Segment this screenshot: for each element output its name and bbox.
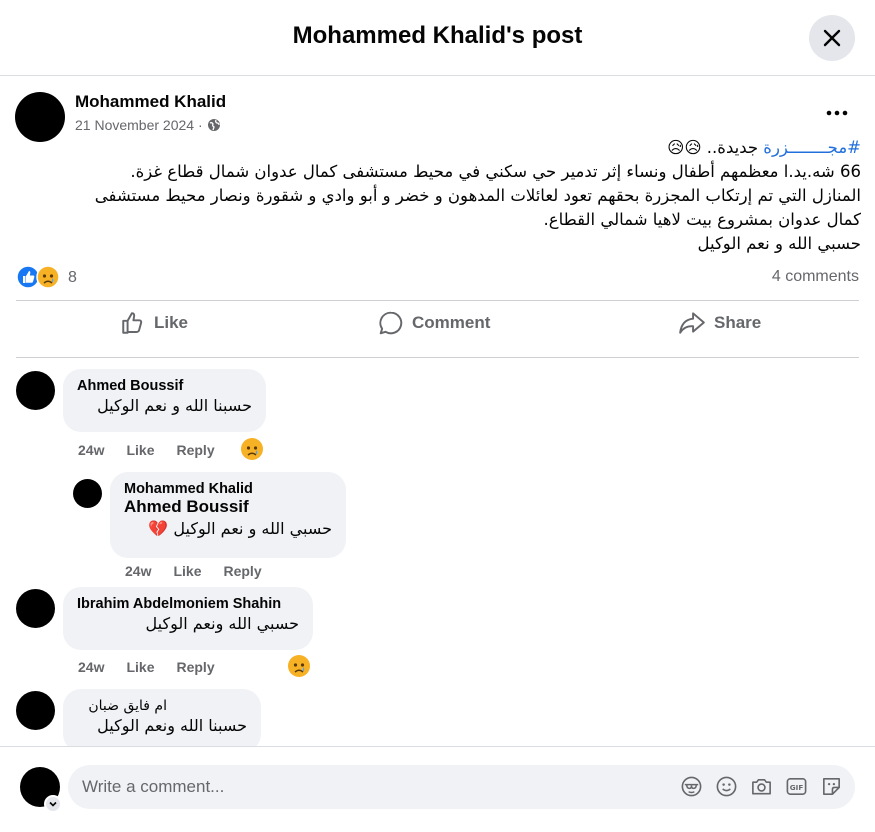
- comment-text: حسبي الله ونعم الوكيل: [145, 614, 299, 633]
- sad-reaction-icon[interactable]: [287, 654, 311, 678]
- comment-icon: [379, 311, 403, 335]
- comment-bubble: Ibrahim Abdelmoniem Shahin حسبي الله ونع…: [63, 587, 313, 650]
- camera-icon[interactable]: [750, 775, 773, 798]
- share-button[interactable]: Share: [678, 310, 761, 336]
- more-options-button[interactable]: [826, 104, 848, 122]
- post-author-avatar[interactable]: [15, 92, 65, 142]
- composer-icons: GIF: [680, 775, 843, 798]
- reply-like-button[interactable]: Like: [173, 563, 201, 579]
- thumbs-up-icon: [122, 312, 143, 334]
- post-line-5: حسبي الله و نعم الوكيل: [697, 234, 861, 253]
- reply-text: حسبي الله و نعم الوكيل 💔: [148, 519, 332, 538]
- post-line-4: كمال عدوان بمشروع بيت لاهيا شمالي القطاع…: [543, 210, 862, 229]
- sad-reaction-icon: [36, 265, 60, 289]
- post-date-row: 21 November 2024 ·: [75, 117, 221, 133]
- post-line-3: المنازل التي تم إرتكاب المجزرة بحقهم تعو…: [94, 186, 861, 205]
- reaction-count[interactable]: 8: [68, 269, 77, 287]
- comment-button[interactable]: Comment: [378, 310, 490, 336]
- comment-reply-button[interactable]: Reply: [176, 659, 214, 675]
- comments-count-link[interactable]: 4 comments: [772, 268, 859, 286]
- comment-actions: 24w Like Reply: [78, 659, 215, 675]
- comment-author[interactable]: ام فايق ضبان: [77, 698, 167, 714]
- comment-like-button[interactable]: Like: [126, 659, 154, 675]
- comment-author[interactable]: Ahmed Boussif: [77, 378, 252, 394]
- like-button-label: Like: [154, 313, 189, 332]
- post-date[interactable]: 21 November 2024 ·: [75, 117, 203, 133]
- comment-reply-button[interactable]: Reply: [176, 442, 214, 458]
- more-icon: [826, 110, 848, 116]
- post-author-name[interactable]: Mohammed Khalid: [75, 92, 226, 112]
- reply-bubble: Mohammed Khalid Ahmed Boussif حسبي الله …: [110, 472, 346, 558]
- close-icon: [823, 29, 841, 47]
- dialog-title: Mohammed Khalid's post: [292, 22, 583, 49]
- comment-actions: 24w Like Reply: [78, 442, 215, 458]
- sticker-icon[interactable]: [820, 775, 843, 798]
- reply-time[interactable]: 24w: [125, 563, 151, 579]
- post-body: #مجــــــــزرة جديدة.. 😥😥 66 شه.يد.ا معظ…: [18, 136, 861, 256]
- globe-icon: [207, 119, 220, 131]
- close-button[interactable]: [809, 15, 855, 61]
- emoji-icon[interactable]: [715, 775, 738, 798]
- divider-top: [16, 300, 859, 301]
- comment-composer: Write a comment... GIF: [0, 746, 875, 832]
- comment-author[interactable]: Ibrahim Abdelmoniem Shahin: [77, 596, 299, 612]
- like-button[interactable]: Like: [120, 310, 188, 336]
- reply-avatar[interactable]: [73, 479, 102, 508]
- divider-bottom: [16, 357, 859, 358]
- hashtag-link[interactable]: #مجــــــــزرة: [763, 138, 861, 157]
- account-switch-button[interactable]: [44, 795, 62, 813]
- comment-text: حسبنا الله ونعم الوكيل: [97, 716, 247, 735]
- reply-author[interactable]: Mohammed Khalid: [124, 481, 332, 497]
- dialog-header: Mohammed Khalid's post: [0, 0, 875, 76]
- reply-actions: 24w Like Reply: [125, 563, 262, 579]
- comment-button-label: Comment: [412, 313, 491, 332]
- sad-reaction-icon[interactable]: [240, 437, 264, 461]
- reply-mention-tag[interactable]: Ahmed Boussif: [124, 497, 332, 517]
- chevron-down-icon: [49, 801, 57, 807]
- comment-input-placeholder: Write a comment...: [82, 777, 225, 796]
- comment-like-button[interactable]: Like: [126, 442, 154, 458]
- reaction-icons[interactable]: [16, 265, 60, 289]
- gif-icon[interactable]: GIF: [785, 775, 808, 798]
- comment-time[interactable]: 24w: [78, 442, 104, 458]
- comment-avatar[interactable]: [16, 589, 55, 628]
- share-button-label: Share: [714, 313, 762, 332]
- comment-bubble: ام فايق ضبان حسبنا الله ونعم الوكيل: [63, 689, 261, 752]
- post-line-2: 66 شه.يد.ا معظمهم أطفال ونساء إثر تدمير …: [130, 162, 861, 181]
- comment-avatar[interactable]: [16, 691, 55, 730]
- share-icon: [679, 312, 705, 334]
- comment-bubble: Ahmed Boussif حسبنا الله و نعم الوكيل: [63, 369, 266, 432]
- svg-text:GIF: GIF: [790, 783, 804, 792]
- post-line-1: #مجــــــــزرة جديدة.. 😥😥: [667, 138, 861, 157]
- comment-time[interactable]: 24w: [78, 659, 104, 675]
- comment-input[interactable]: Write a comment... GIF: [68, 765, 855, 809]
- reply-reply-button[interactable]: Reply: [223, 563, 261, 579]
- comment-text: حسبنا الله و نعم الوكيل: [97, 396, 252, 415]
- avatar-sticker-icon[interactable]: [680, 775, 703, 798]
- comment-avatar[interactable]: [16, 371, 55, 410]
